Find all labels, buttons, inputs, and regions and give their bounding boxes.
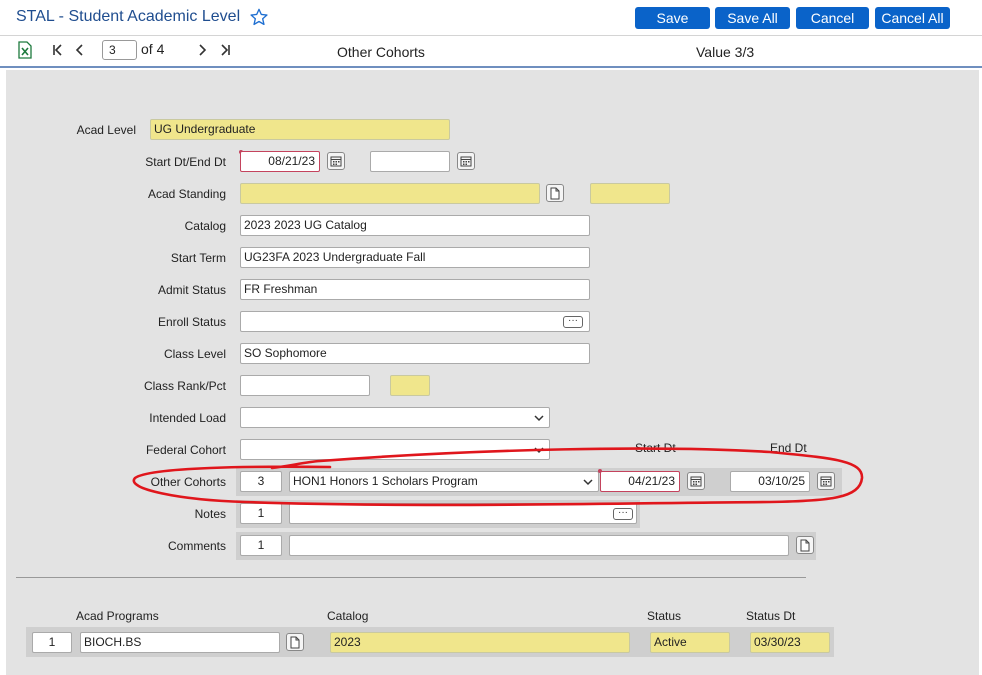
program-input[interactable]: BIOCH.BS: [80, 632, 280, 653]
first-record-icon[interactable]: [50, 42, 66, 58]
catalog-input[interactable]: 2023 2023 UG Catalog: [240, 215, 590, 236]
acad-programs-header: Acad Programs: [76, 609, 159, 623]
section-title: Other Cohorts: [337, 44, 425, 60]
cancel-all-button[interactable]: Cancel All: [875, 7, 950, 29]
calendar-icon[interactable]: [687, 472, 705, 490]
program-status-dt-header: Status Dt: [746, 609, 796, 623]
more-options-icon[interactable]: ···: [563, 316, 583, 328]
last-record-icon[interactable]: [217, 42, 233, 58]
acad-level-label: Acad Level: [76, 123, 136, 137]
admit-status-label: Admit Status: [157, 283, 226, 297]
class-rank-input[interactable]: [240, 375, 370, 396]
acad-standing-extra-field: [590, 183, 670, 204]
document-icon[interactable]: [796, 536, 814, 554]
value-indicator: Value 3/3: [696, 44, 755, 60]
record-nav-bar: 3 of 4 Other Cohorts Value 3/3: [0, 36, 982, 68]
calendar-icon[interactable]: [817, 472, 835, 490]
chevron-down-icon: [534, 447, 544, 454]
other-cohort-select[interactable]: HON1 Honors 1 Scholars Program: [289, 471, 599, 492]
record-total: of 4: [141, 41, 165, 57]
previous-record-icon[interactable]: [72, 42, 88, 58]
start-term-label: Start Term: [170, 251, 226, 265]
save-all-button[interactable]: Save All: [715, 7, 790, 29]
start-date-input[interactable]: 08/21/23: [240, 151, 320, 172]
cohort-end-date-input[interactable]: 03/10/25: [730, 471, 810, 492]
class-level-input[interactable]: SO Sophomore: [240, 343, 590, 364]
cohort-start-date-input[interactable]: 04/21/23: [600, 471, 680, 492]
title-bar: STAL - Student Academic Level Save Save …: [0, 0, 982, 36]
end-dt-header: End Dt: [770, 441, 807, 455]
class-level-label: Class Level: [163, 347, 226, 361]
program-index-input[interactable]: 1: [32, 632, 72, 653]
acad-standing-label: Acad Standing: [147, 187, 226, 201]
save-button[interactable]: Save: [635, 7, 710, 29]
calendar-icon[interactable]: [327, 152, 345, 170]
cancel-button[interactable]: Cancel: [796, 7, 869, 29]
notes-input[interactable]: [289, 503, 637, 524]
acad-level-field: UG Undergraduate: [150, 119, 450, 140]
page-title: STAL - Student Academic Level: [16, 8, 241, 25]
program-status-field: Active: [650, 632, 730, 653]
enroll-status-label: Enroll Status: [157, 315, 226, 329]
record-number-input[interactable]: 3: [102, 40, 137, 60]
cohort-index-input[interactable]: 3: [240, 471, 282, 492]
favorite-star-icon[interactable]: [250, 8, 268, 26]
start-term-input[interactable]: UG23FA 2023 Undergraduate Fall: [240, 247, 590, 268]
start-dt-header: Start Dt: [635, 441, 676, 455]
other-cohorts-label: Other Cohorts: [150, 475, 226, 489]
program-catalog-field: 2023: [330, 632, 630, 653]
acad-standing-field: [240, 183, 540, 204]
more-options-icon[interactable]: ···: [613, 508, 633, 520]
document-icon[interactable]: [546, 184, 564, 202]
program-status-header: Status: [647, 609, 682, 623]
comments-index-input[interactable]: 1: [240, 535, 282, 556]
chevron-down-icon: [534, 415, 544, 422]
document-icon[interactable]: [286, 633, 304, 651]
next-record-icon[interactable]: [194, 42, 210, 58]
class-pct-field: [390, 375, 430, 396]
program-catalog-header: Catalog: [327, 609, 369, 623]
federal-cohort-label: Federal Cohort: [145, 443, 226, 457]
chevron-down-icon: [583, 479, 593, 486]
catalog-label: Catalog: [184, 219, 226, 233]
intended-load-label: Intended Load: [149, 411, 226, 425]
program-status-dt-field: 03/30/23: [750, 632, 830, 653]
start-end-dt-label: Start Dt/End Dt: [145, 155, 226, 169]
class-rank-label: Class Rank/Pct: [143, 379, 226, 393]
notes-index-input[interactable]: 1: [240, 503, 282, 524]
calendar-icon[interactable]: [457, 152, 475, 170]
intended-load-select[interactable]: [240, 407, 550, 428]
admit-status-input[interactable]: FR Freshman: [240, 279, 590, 300]
federal-cohort-select[interactable]: [240, 439, 550, 460]
comments-label: Comments: [167, 539, 226, 553]
section-divider: [16, 577, 806, 578]
comments-input[interactable]: [289, 535, 789, 556]
excel-export-icon[interactable]: [18, 41, 32, 59]
enroll-status-input[interactable]: [240, 311, 590, 332]
notes-label: Notes: [194, 507, 226, 521]
end-date-input[interactable]: [370, 151, 450, 172]
